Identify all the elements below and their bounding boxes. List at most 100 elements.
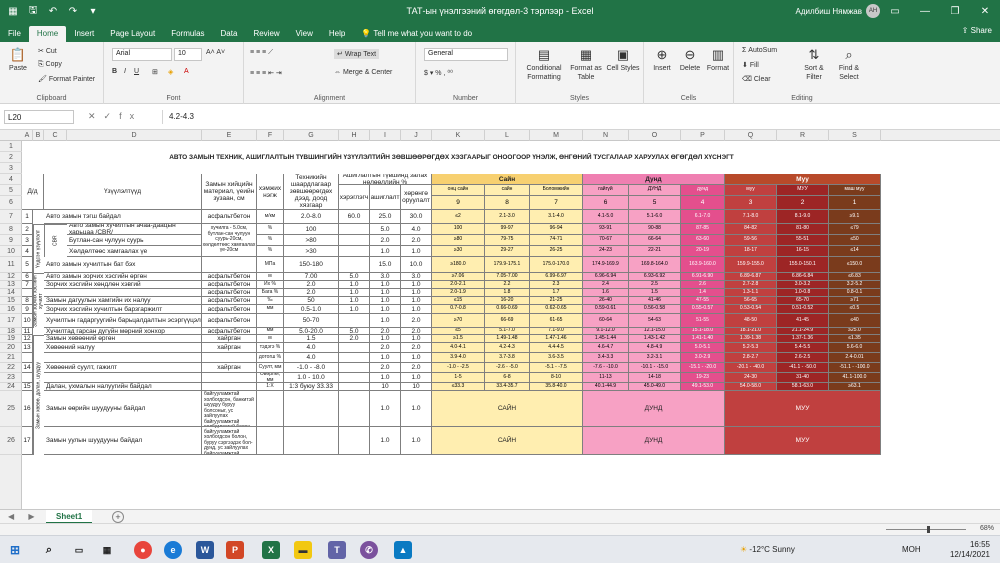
grade-value[interactable]: 19-23 — [681, 373, 725, 383]
grade-value[interactable]: 41.1-100.0 — [829, 373, 881, 383]
header-operation[interactable]: ашиглалт — [370, 185, 401, 210]
grade-value[interactable]: 11-13 — [583, 373, 629, 383]
enter-icon[interactable]: ✓ — [104, 111, 120, 121]
row-header[interactable]: 23 — [0, 373, 22, 383]
grade-value[interactable]: 6-8 — [485, 373, 530, 383]
edge-icon[interactable]: e — [164, 541, 182, 559]
indicator-name[interactable]: Замын дагуулын хамгийн их налуу — [44, 297, 202, 305]
add-sheet-icon[interactable]: + — [112, 511, 124, 523]
row-header[interactable]: 1 — [0, 141, 22, 152]
indicator-name[interactable] — [44, 373, 202, 383]
header-bad[interactable]: Муу — [725, 174, 881, 185]
row-number[interactable]: 3 — [22, 235, 33, 246]
limit[interactable]: 7.00 — [284, 273, 339, 281]
grade-value[interactable]: 1.5 — [629, 289, 681, 297]
grade-value[interactable]: ≤1.35 — [829, 335, 881, 343]
clear-button[interactable]: ⌫ Clear — [742, 75, 771, 83]
grade-value[interactable]: 93-91 — [583, 224, 629, 235]
grade-value[interactable]: 179.9-175.1 — [485, 257, 530, 273]
impact-investment[interactable]: 2.0 — [401, 363, 432, 373]
unit[interactable]: дотогш % — [257, 353, 284, 363]
unit[interactable]: ‰ — [257, 297, 284, 305]
grade-value[interactable]: 14-18 — [629, 373, 681, 383]
grade-value[interactable]: 0.59-0.61 — [583, 305, 629, 314]
sheet-nav-icon[interactable]: ◀ ▶ — [8, 512, 41, 521]
tab-help[interactable]: Help — [321, 26, 353, 42]
grade-value[interactable]: 1.0-0.8 — [777, 289, 829, 297]
column-header[interactable]: I — [370, 130, 401, 141]
grade-value[interactable]: 16-20 — [485, 297, 530, 305]
grade-bad-block[interactable]: МУУ — [725, 427, 881, 455]
row-header[interactable]: 2 — [0, 152, 22, 163]
row-header[interactable]: 3 — [0, 163, 22, 174]
impact-operation[interactable]: 1.0 — [370, 289, 401, 297]
zoom-level[interactable]: 68% — [980, 525, 994, 532]
grade-value[interactable]: 18-17 — [725, 246, 777, 257]
indicator-name[interactable]: Авто замын тэгш байдал — [44, 210, 202, 224]
grade-value[interactable]: 5.2-5.3 — [725, 343, 777, 353]
impact-investment[interactable]: 10 — [401, 383, 432, 391]
share-button[interactable]: ⇪ Share — [962, 26, 992, 35]
impact-user[interactable]: 1.0 — [339, 281, 370, 289]
grade-value[interactable]: 58.1-63.0 — [777, 383, 829, 391]
impact-operation[interactable]: 1.0 — [370, 353, 401, 363]
row-number[interactable]: 4 — [22, 246, 33, 257]
font-size-select[interactable]: 10 — [174, 48, 202, 61]
unit[interactable]: % — [257, 224, 284, 235]
save-icon[interactable]: 🖫 — [24, 3, 42, 20]
grade-value[interactable]: 100 — [432, 224, 485, 235]
row-header[interactable]: 6 — [0, 196, 22, 210]
column-header[interactable]: G — [284, 130, 339, 141]
grade-value[interactable]: 1.6 — [583, 289, 629, 297]
grade-value[interactable]: 18.1-21.0 — [725, 328, 777, 335]
borders-icon[interactable]: ⊞ — [152, 68, 158, 76]
impact-investment[interactable]: 1.0 — [401, 335, 432, 343]
grade-value[interactable]: 24-30 — [725, 373, 777, 383]
task-view-icon[interactable]: ▭ — [70, 541, 88, 559]
indicator-name[interactable]: Хөвөөний налуу — [44, 343, 202, 353]
restore-icon[interactable]: ❐ — [940, 0, 970, 22]
impact-user[interactable] — [339, 373, 370, 383]
widgets-icon[interactable]: ▦ — [98, 541, 116, 559]
grade-value[interactable]: 4.0-4.1 — [432, 343, 485, 353]
material[interactable]: Шуудууг сэргээдэн, ус зайлуулах байгуула… — [202, 427, 257, 455]
indicator-name[interactable]: Бутлан-сан чулуун суурь — [67, 235, 202, 246]
tell-me-input[interactable]: 💡 Tell me what you want to do — [353, 26, 480, 42]
grade-value[interactable]: 9.1-12.0 — [583, 328, 629, 335]
header-good[interactable]: Сайн — [432, 174, 583, 185]
grade-value[interactable]: 60-64 — [583, 314, 629, 328]
grade-value[interactable]: 2.0-1.9 — [432, 289, 485, 297]
grade-value[interactable]: ≥63.1 — [829, 383, 881, 391]
row-number[interactable]: 2 — [22, 224, 33, 235]
impact-user[interactable] — [339, 235, 370, 246]
bold-icon[interactable]: B — [112, 68, 117, 75]
header-subgrade[interactable]: сайн — [485, 185, 530, 196]
grade-value[interactable]: 2.6-2.5 — [777, 353, 829, 363]
group-main[interactable]: Үндсэн үзүүлэлт — [33, 224, 44, 273]
grade-value[interactable]: 79-75 — [485, 235, 530, 246]
row-number[interactable] — [22, 373, 33, 383]
indicator-name[interactable]: Авто замын хучилтын ачаа-даацын харьцаа … — [67, 224, 202, 235]
paste-button[interactable]: 📋 Paste — [4, 48, 32, 73]
limit[interactable]: 0.5-1.0 — [284, 305, 339, 314]
grade-value[interactable]: 3.0-3.2 — [777, 281, 829, 289]
clock[interactable]: 16:55 12/14/2021 — [950, 540, 990, 560]
grade-value[interactable]: 159.9-155.0 — [725, 257, 777, 273]
impact-operation[interactable]: 1.0 — [370, 391, 401, 427]
grade-value[interactable]: ≤0.5 — [829, 305, 881, 314]
grade-value[interactable]: 8.1-9.0 — [777, 210, 829, 224]
limit[interactable]: >80 — [284, 235, 339, 246]
tab-file[interactable]: File — [0, 26, 29, 42]
column-header[interactable]: R — [777, 130, 829, 141]
grade-value[interactable]: 20-19 — [681, 246, 725, 257]
header-score[interactable]: 3 — [725, 196, 777, 210]
impact-user[interactable] — [339, 363, 370, 373]
column-header[interactable]: F — [257, 130, 284, 141]
grade-value[interactable]: 5.0-5.1 — [681, 343, 725, 353]
limit[interactable]: 1:3 буюу 33.33 — [284, 383, 339, 391]
material[interactable]: асфальтбетон — [202, 289, 257, 297]
grade-value[interactable]: 3.4-3.3 — [583, 353, 629, 363]
impact-operation[interactable]: 5.0 — [370, 224, 401, 235]
limit[interactable]: 4.0 — [284, 343, 339, 353]
grade-value[interactable]: ≥7.06 — [432, 273, 485, 281]
